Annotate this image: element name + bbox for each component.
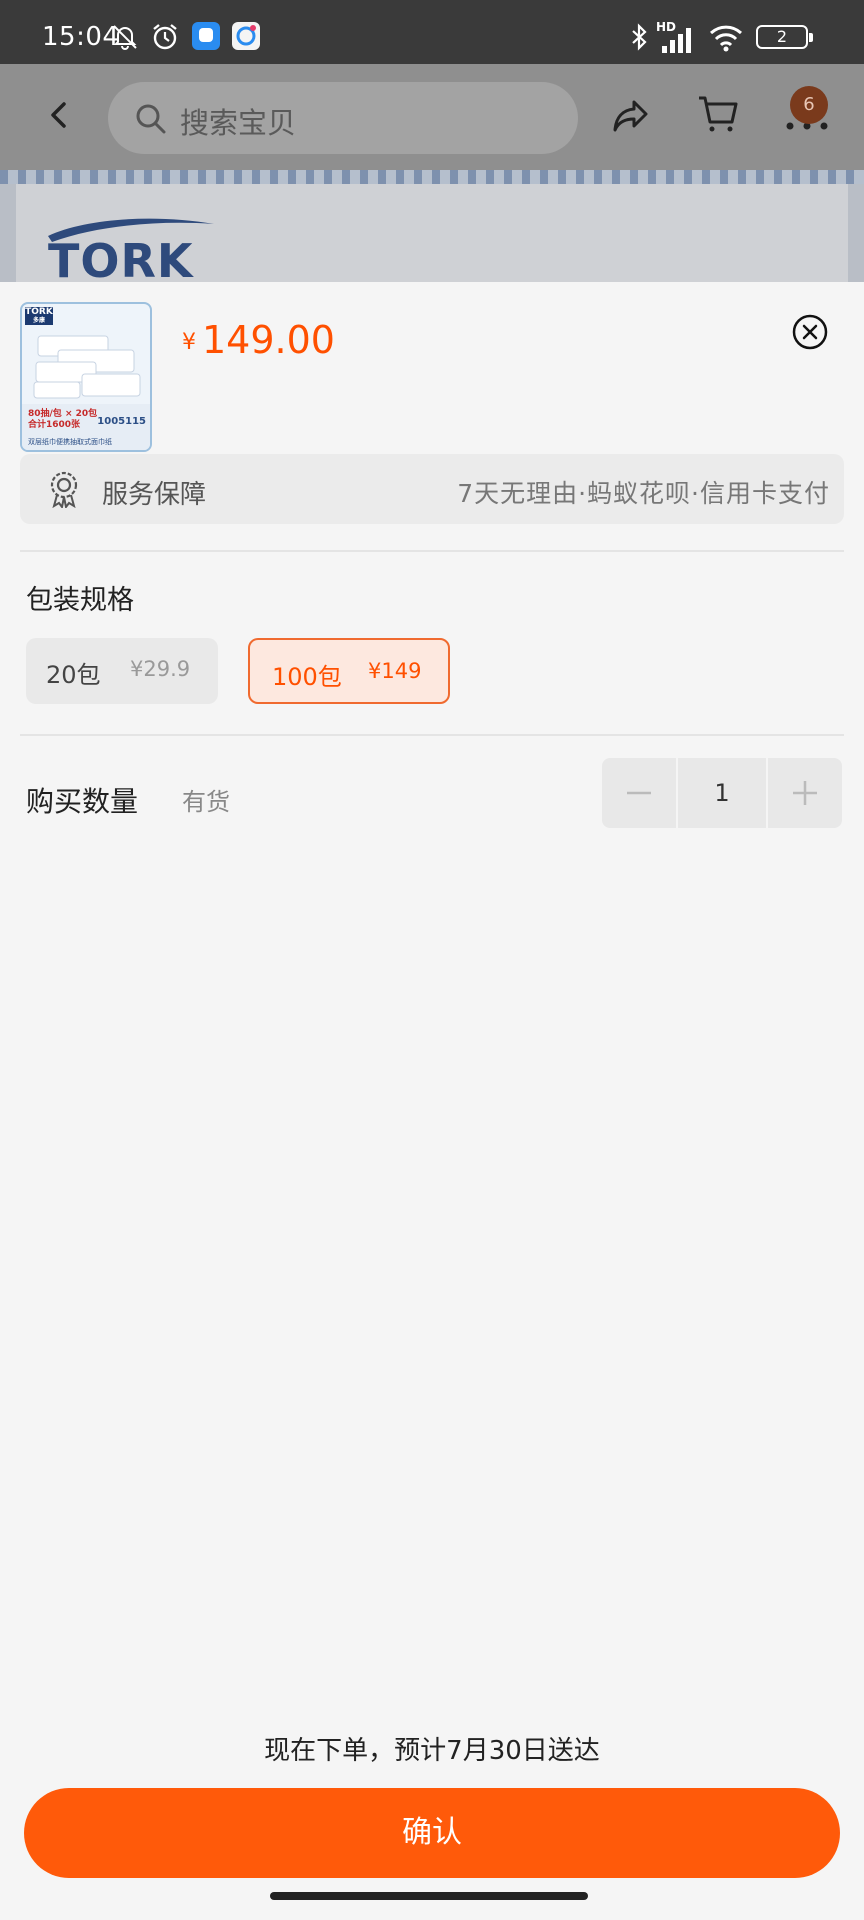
back-arrow-icon[interactable] <box>44 100 74 130</box>
wifi-icon <box>709 25 743 52</box>
mobile-app-icon <box>232 22 260 50</box>
search-bar[interactable]: 搜索宝贝 <box>108 82 578 154</box>
tissue-stack-image <box>33 335 141 399</box>
bg-header: 搜索宝贝 6 <box>0 64 864 170</box>
alarm-icon <box>153 24 177 50</box>
spec-option-name: 20包 <box>46 661 101 689</box>
mute-bell-icon <box>113 25 137 50</box>
divider <box>20 550 844 552</box>
banner-brand-logo: TORK <box>48 234 194 282</box>
product-banner: TORK <box>0 170 864 282</box>
thumb-brand-cn: 多康 <box>32 317 45 324</box>
thumb-code: 1005115 <box>97 416 146 427</box>
thumb-caption: 双层纸巾便携抽取式面巾纸 <box>28 438 112 446</box>
bluetooth-icon <box>632 23 647 51</box>
stock-status: 有货 <box>182 788 230 816</box>
home-indicator[interactable] <box>270 1892 588 1900</box>
search-icon <box>136 104 166 134</box>
banner-stripe <box>0 170 864 184</box>
thumb-brand-logo: TORK 多康 <box>25 307 53 325</box>
app-notification-icon <box>192 22 220 50</box>
spec-option-name: 100包 <box>272 663 342 691</box>
cart-icon[interactable] <box>696 92 740 136</box>
delivery-estimate: 现在下单，预计7月30日送达 <box>264 1736 600 1766</box>
battery-indicator: 2 <box>756 25 813 49</box>
battery-level: 2 <box>776 27 788 46</box>
price-currency: ¥ <box>182 330 196 355</box>
search-placeholder: 搜索宝贝 <box>180 106 297 140</box>
spec-option-price: ¥29.9 <box>130 657 191 681</box>
status-time: 15:04 <box>42 22 120 52</box>
thumb-footer: 80抽/包 × 20包 合计1600张 1005115 双层纸巾便携抽取式面巾纸 <box>22 404 150 450</box>
background-product-page: 搜索宝贝 6 TORK <box>0 64 864 282</box>
service-description: 7天无理由·蚂蚁花呗·信用卡支付 <box>457 479 830 508</box>
status-bar: 15:04 HD 2 <box>0 0 864 64</box>
plus-icon <box>793 781 817 805</box>
quantity-stepper: 1 <box>602 758 842 828</box>
quantity-value[interactable]: 1 <box>678 758 766 828</box>
product-thumbnail[interactable]: TORK 多康 80抽/包 × 20包 合计1600张 1005115 双层纸巾… <box>20 302 152 452</box>
sku-selection-sheet: TORK 多康 80抽/包 × 20包 合计1600张 1005115 双层纸巾… <box>0 282 864 1920</box>
spec-title: 包装规格 <box>26 585 134 616</box>
thumb-total: 合计1600张 <box>28 420 81 430</box>
minus-icon <box>627 791 651 795</box>
confirm-button[interactable]: 确认 <box>24 1788 840 1878</box>
share-icon[interactable] <box>610 94 652 136</box>
service-label: 服务保障 <box>102 480 207 510</box>
quantity-increment-button[interactable] <box>768 758 842 828</box>
close-icon[interactable] <box>790 312 830 352</box>
cart-badge: 6 <box>790 86 828 124</box>
quantity-decrement-button[interactable] <box>602 758 676 828</box>
signal-icon <box>662 28 691 53</box>
spec-option-100-selected[interactable]: 100包 ¥149 <box>248 638 450 704</box>
award-badge-icon <box>50 471 78 508</box>
spec-option-price: ¥149 <box>368 659 422 683</box>
spec-option-20[interactable]: 20包 ¥29.9 <box>26 638 218 704</box>
service-guarantee-row[interactable]: 服务保障 7天无理由·蚂蚁花呗·信用卡支付 <box>20 454 844 524</box>
quantity-label: 购买数量 <box>26 785 139 818</box>
price-value: 149.00 <box>202 318 335 362</box>
product-price: ¥149.00 <box>182 318 335 362</box>
divider <box>20 734 844 736</box>
banner-panel: TORK <box>16 184 848 282</box>
